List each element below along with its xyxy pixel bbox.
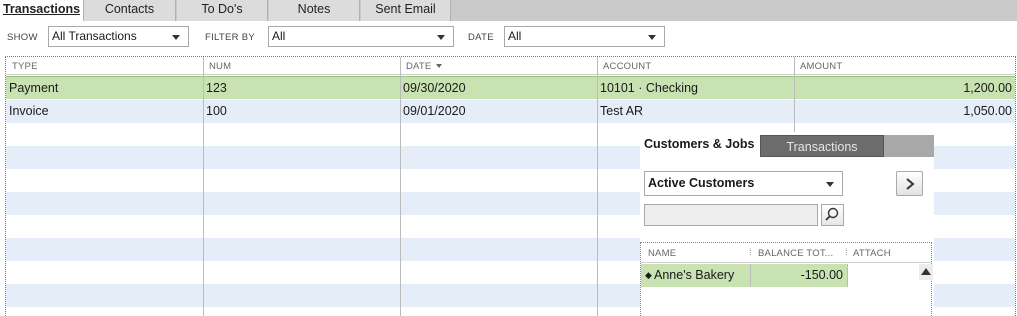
customer-center-panel: Customers & Jobs Transactions Active Cus…	[640, 132, 934, 316]
tab-strip-filler	[884, 135, 934, 157]
column-divider: ⁞	[845, 247, 848, 257]
cell-account: 10101 · Checking	[600, 81, 698, 95]
customer-list-header: NAME ⁞ BALANCE TOT... ⁞ ATTACH	[641, 243, 931, 263]
chevron-right-icon	[905, 178, 915, 190]
cell-amount: 1,050.00	[963, 104, 1012, 118]
cell-amount: 1,200.00	[963, 81, 1012, 95]
cell-date: 09/30/2020	[403, 81, 466, 95]
search-button[interactable]	[821, 204, 844, 226]
column-header-name[interactable]: NAME	[648, 248, 676, 259]
tab-to-dos[interactable]: To Do's	[177, 0, 268, 21]
show-dropdown-value: All Transactions	[52, 29, 137, 43]
date-dropdown-value: All	[508, 29, 522, 43]
column-header-attach[interactable]: ATTACH	[853, 248, 891, 259]
tab-to-dos-label: To Do's	[201, 2, 243, 16]
customer-filter-value: Active Customers	[648, 176, 755, 190]
table-row[interactable]: Invoice 100 09/01/2020 Test AR 1,050.00	[6, 100, 1015, 123]
customer-search-input[interactable]	[644, 204, 818, 226]
tab-panel-transactions-label: Transactions	[786, 140, 858, 154]
column-divider	[750, 264, 751, 287]
customer-balance: -150.00	[800, 268, 843, 282]
tab-contacts-label: Contacts	[104, 2, 155, 16]
table-header: TYPE NUM DATE ACCOUNT AMOUNT	[6, 57, 1015, 75]
date-dropdown[interactable]: All	[504, 26, 665, 47]
tab-sent-email[interactable]: Sent Email	[361, 0, 451, 21]
chevron-down-icon	[437, 35, 445, 40]
tab-transactions-label: Transactions	[2, 2, 81, 16]
cell-account: Test AR	[600, 104, 644, 118]
chevron-down-icon	[172, 35, 180, 40]
column-divider	[597, 57, 598, 316]
search-icon	[825, 207, 839, 221]
list-item[interactable]: ◆ Anne's Bakery -150.00	[641, 264, 847, 287]
tab-bar: Transactions Contacts To Do's Notes Sent…	[0, 0, 1017, 21]
tab-customers-jobs-label: Customers & Jobs	[644, 137, 755, 151]
cell-type: Invoice	[9, 104, 49, 118]
filter-bar: SHOW All Transactions FILTER BY All DATE…	[0, 21, 1017, 55]
cell-type: Payment	[9, 81, 59, 95]
bullet-icon: ◆	[645, 270, 652, 280]
tab-notes-label: Notes	[297, 2, 331, 16]
cell-num: 100	[206, 104, 227, 118]
customer-name: Anne's Bakery	[654, 268, 735, 282]
filter-by-dropdown[interactable]: All	[268, 26, 454, 47]
column-divider	[400, 57, 401, 316]
chevron-down-icon	[826, 182, 834, 187]
column-header-date-label: DATE	[406, 61, 432, 72]
tab-transactions[interactable]: Transactions	[0, 0, 84, 21]
cell-date: 09/01/2020	[403, 104, 466, 118]
tab-sent-email-label: Sent Email	[375, 2, 436, 16]
customer-list: NAME ⁞ BALANCE TOT... ⁞ ATTACH ◆ Anne's …	[640, 242, 933, 316]
chevron-down-icon	[648, 35, 656, 40]
column-header-date[interactable]: DATE	[406, 61, 443, 72]
column-header-type[interactable]: TYPE	[12, 61, 38, 72]
expand-panel-button[interactable]	[896, 171, 923, 196]
column-divider: ⁞	[749, 247, 752, 257]
filter-by-label: FILTER BY	[205, 32, 256, 43]
table-row[interactable]: Payment 123 09/30/2020 10101 · Checking …	[6, 76, 1015, 99]
customer-attach-cell[interactable]	[847, 264, 917, 287]
column-header-num[interactable]: NUM	[209, 61, 231, 72]
show-dropdown[interactable]: All Transactions	[48, 26, 189, 47]
column-divider	[203, 57, 204, 316]
cell-num: 123	[206, 81, 227, 95]
tab-notes[interactable]: Notes	[269, 0, 360, 21]
show-label: SHOW	[7, 32, 38, 43]
column-header-amount[interactable]: AMOUNT	[800, 61, 842, 72]
column-header-account[interactable]: ACCOUNT	[603, 61, 651, 72]
tab-contacts[interactable]: Contacts	[84, 0, 176, 21]
column-header-balance[interactable]: BALANCE TOT...	[758, 248, 833, 259]
filter-by-dropdown-value: All	[272, 29, 286, 43]
date-label: DATE	[468, 32, 494, 43]
customer-filter-dropdown[interactable]: Active Customers	[644, 171, 843, 196]
tab-panel-transactions[interactable]: Transactions	[760, 135, 884, 157]
tab-customers-jobs[interactable]: Customers & Jobs	[640, 132, 760, 157]
scroll-up-arrow-icon[interactable]	[919, 264, 933, 280]
sort-descending-icon	[436, 64, 443, 69]
